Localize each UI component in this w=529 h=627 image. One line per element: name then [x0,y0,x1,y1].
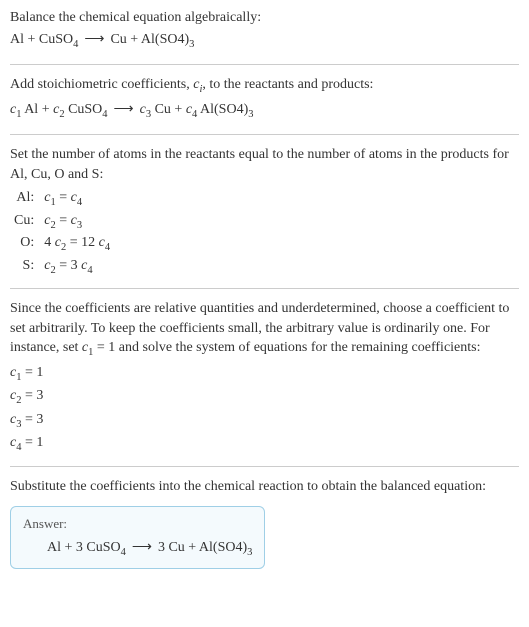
atoms-heading: Set the number of atoms in the reactants… [10,145,519,184]
coefficient-values: c1 = 1 c2 = 3 c3 = 3 c4 = 1 [10,363,519,456]
coeff-c1: c1 = 1 [10,363,519,385]
coeffed-equation: c1 Al + c2 CuSO4⟶c3 Cu + c4 Al(SO4)3 [10,100,519,122]
atom-label: Cu: [14,211,44,233]
coeff-c4: c4 = 1 [10,433,519,455]
atom-label: Al: [14,188,44,210]
divider [10,64,519,65]
answer-box: Answer: Al + 3 CuSO4⟶3 Cu + Al(SO4)3 [10,506,265,569]
atom-label: O: [14,233,44,255]
answer-label: Answer: [23,515,252,533]
unbalanced-equation: Al + CuSO4⟶Cu + Al(SO4)3 [10,30,519,52]
coeff-c3: c3 = 3 [10,410,519,432]
balanced-equation: Al + 3 CuSO4⟶3 Cu + Al(SO4)3 [23,538,252,560]
divider [10,288,519,289]
atom-eq: c1 = c4 [44,188,116,210]
table-row: Cu: c2 = c3 [14,211,116,233]
coeff-c2: c2 = 3 [10,386,519,408]
substitute-heading: Substitute the coefficients into the che… [10,477,519,497]
divider [10,466,519,467]
divider [10,134,519,135]
atom-eq: c2 = 3 c4 [44,256,116,278]
atom-eq: 4 c2 = 12 c4 [44,233,116,255]
stoich-heading: Add stoichiometric coefficients, ci, to … [10,75,519,97]
table-row: S: c2 = 3 c4 [14,256,116,278]
atom-equations: Al: c1 = c4 Cu: c2 = c3 O: 4 c2 = 12 c4 … [14,188,116,278]
atom-label: S: [14,256,44,278]
table-row: Al: c1 = c4 [14,188,116,210]
atom-eq: c2 = c3 [44,211,116,233]
table-row: O: 4 c2 = 12 c4 [14,233,116,255]
balance-heading: Balance the chemical equation algebraica… [10,8,519,28]
solve-heading: Since the coefficients are relative quan… [10,299,519,361]
